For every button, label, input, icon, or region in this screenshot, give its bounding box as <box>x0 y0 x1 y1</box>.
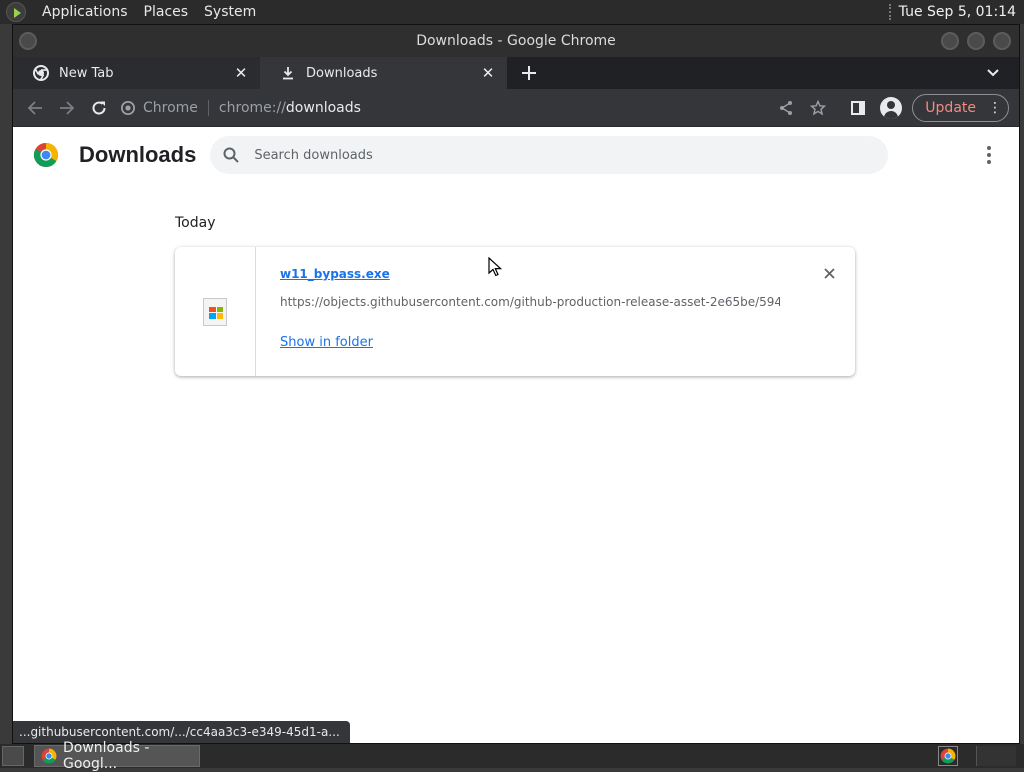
download-item-card: w11_bypass.exe https://objects.githubuse… <box>175 247 855 376</box>
show-in-folder-link[interactable]: Show in folder <box>280 335 373 350</box>
clock[interactable]: Tue Sep 5, 01:14 <box>899 4 1024 20</box>
new-tab-button[interactable] <box>513 57 545 89</box>
search-icon <box>223 147 240 163</box>
exe-file-icon <box>203 297 227 326</box>
window-titlebar[interactable]: Downloads - Google Chrome <box>13 25 1019 57</box>
bookmark-button[interactable] <box>802 92 834 124</box>
applications-logo-icon[interactable] <box>6 2 26 22</box>
dot <box>987 153 991 157</box>
chrome-logo-icon <box>33 143 59 168</box>
tab-downloads[interactable]: Downloads ✕ <box>260 57 507 89</box>
panel-grip-handle[interactable] <box>888 4 893 20</box>
maximize-button[interactable] <box>967 32 985 50</box>
tab-search-button[interactable] <box>983 63 1003 83</box>
tray-chrome-icon[interactable] <box>938 746 958 766</box>
search-input[interactable] <box>254 147 855 163</box>
tab-strip: New Tab ✕ Downloads ✕ <box>13 57 1019 89</box>
side-panel-button[interactable] <box>842 92 874 124</box>
menu-system[interactable]: System <box>196 4 264 20</box>
date-heading: Today <box>175 215 216 231</box>
kebab-menu-icon[interactable]: ⋮ <box>988 100 1002 116</box>
tab-label: Downloads <box>306 65 378 81</box>
site-chip-label: Chrome <box>143 99 198 116</box>
show-desktop-button[interactable] <box>2 746 24 766</box>
top-panel: Applications Places System Tue Sep 5, 01… <box>0 0 1024 24</box>
minimize-button[interactable] <box>941 32 959 50</box>
download-file-link[interactable]: w11_bypass.exe <box>280 267 390 281</box>
tab-label: New Tab <box>59 65 114 81</box>
reload-icon <box>92 101 106 115</box>
share-icon <box>780 100 793 115</box>
update-label: Update <box>925 99 976 116</box>
chrome-window: Downloads - Google Chrome New Tab ✕ Down… <box>12 24 1020 744</box>
site-chip[interactable]: Chrome <box>121 99 209 116</box>
plus-icon <box>522 66 536 80</box>
bottom-taskbar: Downloads - Googl... <box>0 740 1024 772</box>
close-window-button[interactable] <box>993 32 1011 50</box>
taskbar-window-button[interactable]: Downloads - Googl... <box>34 740 200 772</box>
back-button[interactable] <box>19 92 51 124</box>
search-box[interactable] <box>210 136 889 174</box>
dot <box>987 146 991 150</box>
dot <box>987 160 991 164</box>
mouse-cursor-icon <box>488 257 502 277</box>
window-title: Downloads - Google Chrome <box>416 33 616 49</box>
downloads-header: Downloads <box>13 127 1019 183</box>
close-icon <box>823 267 835 279</box>
taskbar-window-label: Downloads - Googl... <box>63 740 150 772</box>
chrome-icon <box>121 100 135 115</box>
page-title: Downloads <box>79 142 197 167</box>
url-host: downloads <box>285 99 361 116</box>
profile-avatar-icon[interactable] <box>880 96 903 119</box>
update-button[interactable]: Update ⋮ <box>912 93 1009 122</box>
chrome-icon <box>41 748 57 764</box>
downloads-page: Downloads Today <box>13 127 1019 743</box>
remove-download-button[interactable] <box>819 263 839 283</box>
chevron-down-icon <box>987 69 999 77</box>
window-menu-button[interactable] <box>19 32 37 50</box>
chrome-icon <box>33 65 49 81</box>
download-icon <box>280 65 296 81</box>
forward-button[interactable] <box>51 92 83 124</box>
menu-places[interactable]: Places <box>136 4 197 20</box>
menu-applications[interactable]: Applications <box>34 4 136 20</box>
windows-logo-icon <box>209 306 223 319</box>
arrow-right-icon <box>60 100 75 115</box>
download-file-icon-column <box>175 247 256 376</box>
download-info: w11_bypass.exe https://objects.githubuse… <box>256 247 855 376</box>
more-actions-icon[interactable] <box>979 145 999 165</box>
star-icon <box>810 99 827 115</box>
reload-button[interactable] <box>83 92 115 124</box>
tab-new-tab[interactable]: New Tab ✕ <box>13 57 260 89</box>
url-scheme: chrome:// <box>218 99 286 116</box>
close-tab-icon[interactable]: ✕ <box>232 64 250 82</box>
share-button[interactable] <box>770 92 802 124</box>
side-panel-icon <box>851 100 866 115</box>
workspace-switcher[interactable] <box>976 746 1016 766</box>
browser-toolbar: Chrome chrome://downloads Update ⋮ <box>13 89 1019 127</box>
download-source-url: https://objects.githubusercontent.com/gi… <box>280 295 780 309</box>
arrow-left-icon <box>27 100 42 115</box>
close-tab-icon[interactable]: ✕ <box>479 64 497 82</box>
address-bar[interactable]: Chrome chrome://downloads <box>121 93 770 123</box>
